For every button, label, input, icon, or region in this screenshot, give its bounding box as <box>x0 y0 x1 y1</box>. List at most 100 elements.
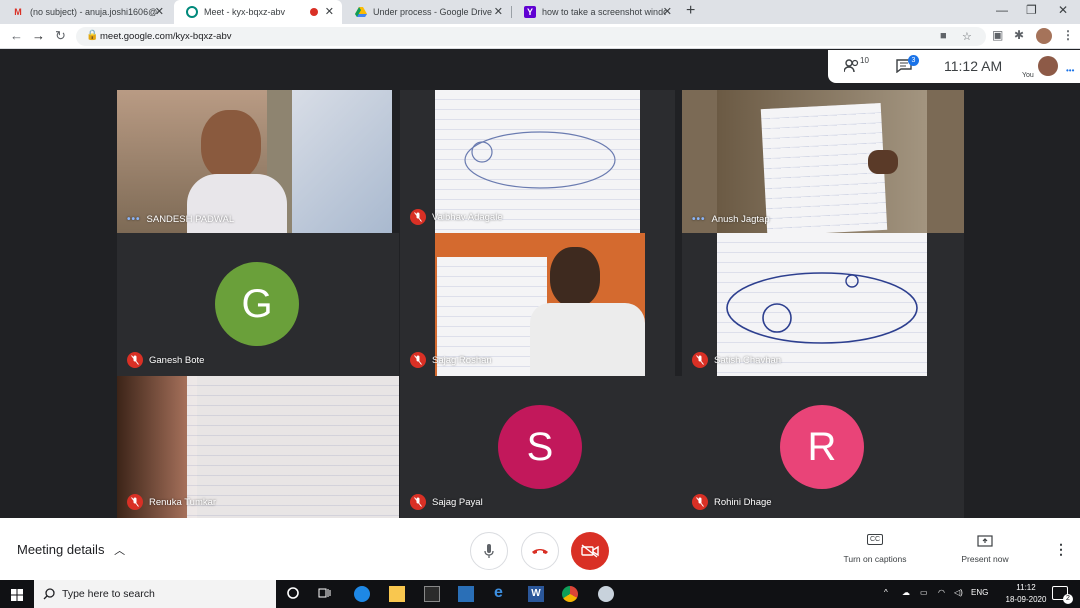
omnibox[interactable]: 🔒 meet.google.com/kyx-bqxz-abv ■ ☆ <box>76 27 986 46</box>
extension-icon[interactable]: ▣ <box>992 28 1003 42</box>
participant-name: Sajag Payal <box>410 494 483 510</box>
microphone-icon <box>484 544 494 558</box>
participant-tile[interactable]: R Rohini Dhage <box>682 376 964 518</box>
speaking-indicator-icon: ••• <box>692 214 706 225</box>
participant-tile[interactable]: Vaibhav Adagale <box>400 90 675 233</box>
participant-tile[interactable]: ••• Anush Jagtap <box>682 90 964 233</box>
meet-stage: ••• SANDESH PADWAL Vaibhav Adagale ••• A… <box>0 50 1080 518</box>
drive-icon <box>355 6 367 18</box>
url-text[interactable]: meet.google.com/kyx-bqxz-abv <box>100 31 231 42</box>
chat-count-badge: 3 <box>908 55 919 66</box>
camera-toggle-button[interactable] <box>571 532 609 570</box>
participant-name: Renuka Tumkar <box>127 494 216 510</box>
mic-off-icon <box>410 352 426 368</box>
windows-taskbar: Type here to search e W ^ ☁ ▭ ◠ ◁) ENG 1… <box>0 580 1080 608</box>
participant-tile[interactable]: ••• SANDESH PADWAL <box>117 90 392 233</box>
gmail-icon: M <box>14 7 22 17</box>
participant-name: Vaibhav Adagale <box>410 209 503 225</box>
new-tab-button[interactable]: + <box>686 2 695 20</box>
leave-call-button[interactable] <box>521 532 559 570</box>
participants-button[interactable] <box>843 59 860 76</box>
chevron-up-icon: ︿ <box>114 545 126 557</box>
participant-name: Sajag Roshan <box>410 352 492 368</box>
chrome-icon[interactable] <box>562 586 578 602</box>
self-speaking-dots-icon: ••• <box>1066 66 1075 75</box>
mail-icon[interactable] <box>458 586 474 602</box>
profile-avatar[interactable] <box>1036 28 1052 44</box>
internet-explorer-icon[interactable]: e <box>494 584 510 601</box>
notification-count-badge: 2 <box>1063 594 1073 604</box>
store-icon[interactable] <box>424 586 440 602</box>
menu-dots-icon[interactable]: ⋮ <box>1062 28 1074 42</box>
mic-off-icon <box>127 494 143 510</box>
close-tab-icon[interactable]: ✕ <box>155 5 164 18</box>
lock-icon[interactable]: 🔒 <box>86 30 98 41</box>
tab-meet[interactable]: Meet - kyx-bqxz-abv ✕ <box>174 0 342 24</box>
recording-dot-icon <box>310 8 318 16</box>
meet-controls-bar: Meeting details ︿ CC Turn on captions Pr… <box>0 518 1080 580</box>
battery-icon[interactable]: ▭ <box>920 588 928 597</box>
file-explorer-icon[interactable] <box>389 586 405 602</box>
captions-label: Turn on captions <box>843 554 907 564</box>
camera-off-icon <box>581 544 599 558</box>
close-tab-icon[interactable]: ✕ <box>325 5 334 18</box>
participant-tile[interactable]: Sajag Roshan <box>400 233 675 376</box>
meeting-clock: 11:12 AM <box>944 58 1003 74</box>
volume-icon[interactable]: ◁) <box>954 588 963 597</box>
taskbar-clock[interactable]: 11:12 18-09-2020 <box>1004 582 1048 606</box>
mic-off-icon <box>692 494 708 510</box>
avatar: G <box>215 262 299 346</box>
tab-title: Meet - kyx-bqxz-abv <box>204 7 286 17</box>
mic-off-icon <box>410 209 426 225</box>
participant-name: Ganesh Bote <box>127 352 204 368</box>
onedrive-icon[interactable]: ☁ <box>902 588 910 597</box>
cortana-icon[interactable] <box>286 586 302 602</box>
back-icon[interactable]: ← <box>10 28 23 43</box>
taskbar-search-box[interactable]: Type here to search <box>34 580 276 608</box>
minimize-icon[interactable]: — <box>996 3 1008 17</box>
tab-drive[interactable]: Under process - Google Drive ✕ <box>343 0 511 24</box>
meeting-details-button[interactable]: Meeting details ︿ <box>17 542 125 558</box>
participant-tile[interactable]: G Ganesh Bote <box>117 233 399 376</box>
camera-icon[interactable]: ■ <box>940 30 947 42</box>
avatar: S <box>498 405 582 489</box>
tab-title: Under process - Google Drive <box>373 7 493 17</box>
language-indicator[interactable]: ENG <box>971 588 988 597</box>
self-avatar[interactable] <box>1038 56 1058 76</box>
participant-name: Rohini Dhage <box>692 494 772 510</box>
people-icon <box>843 59 859 73</box>
more-options-icon[interactable]: ⋮ <box>1054 541 1068 558</box>
restore-icon[interactable]: ❐ <box>1026 3 1037 17</box>
wifi-icon[interactable]: ◠ <box>938 588 945 597</box>
task-view-icon[interactable] <box>318 586 334 602</box>
participant-tile[interactable]: Satish Chavhan <box>682 233 964 376</box>
word-icon[interactable]: W <box>528 586 544 602</box>
close-tab-icon[interactable]: ✕ <box>494 5 503 18</box>
close-window-icon[interactable]: ✕ <box>1058 3 1068 17</box>
snipping-tool-icon[interactable] <box>598 586 614 602</box>
microphone-button[interactable] <box>470 532 508 570</box>
reload-icon[interactable]: ↻ <box>55 28 66 44</box>
close-tab-icon[interactable]: ✕ <box>663 5 672 18</box>
windows-start-icon[interactable] <box>11 588 23 606</box>
address-bar: ← → ↻ 🔒 meet.google.com/kyx-bqxz-abv ■ ☆… <box>0 24 1080 49</box>
tab-title: (no subject) - anuja.joshi1606@g <box>30 7 158 17</box>
present-now-button[interactable]: Present now <box>945 534 1025 568</box>
participant-tile[interactable]: Renuka Tumkar <box>117 376 399 518</box>
bookmark-star-icon[interactable]: ☆ <box>962 30 972 43</box>
captions-button[interactable]: CC Turn on captions <box>830 534 920 568</box>
meeting-details-label: Meeting details <box>17 542 105 557</box>
extensions-puzzle-icon[interactable]: ✱ <box>1014 28 1024 42</box>
participant-tile[interactable]: S Sajag Payal <box>400 376 682 518</box>
you-label: You <box>1022 72 1034 79</box>
participant-name: ••• SANDESH PADWAL <box>127 214 235 225</box>
closed-captions-icon: CC <box>867 534 884 545</box>
tab-gmail[interactable]: M (no subject) - anuja.joshi1606@g ✕ <box>0 0 172 24</box>
edge-icon[interactable] <box>354 586 370 602</box>
tab-yahoo[interactable]: Y how to take a screenshot windo ✕ <box>512 0 680 24</box>
sketch-drawing <box>726 272 918 344</box>
show-hidden-icons-icon[interactable]: ^ <box>884 588 888 597</box>
forward-icon[interactable]: → <box>32 28 45 43</box>
avatar: R <box>780 405 864 489</box>
hang-up-icon <box>532 549 548 554</box>
